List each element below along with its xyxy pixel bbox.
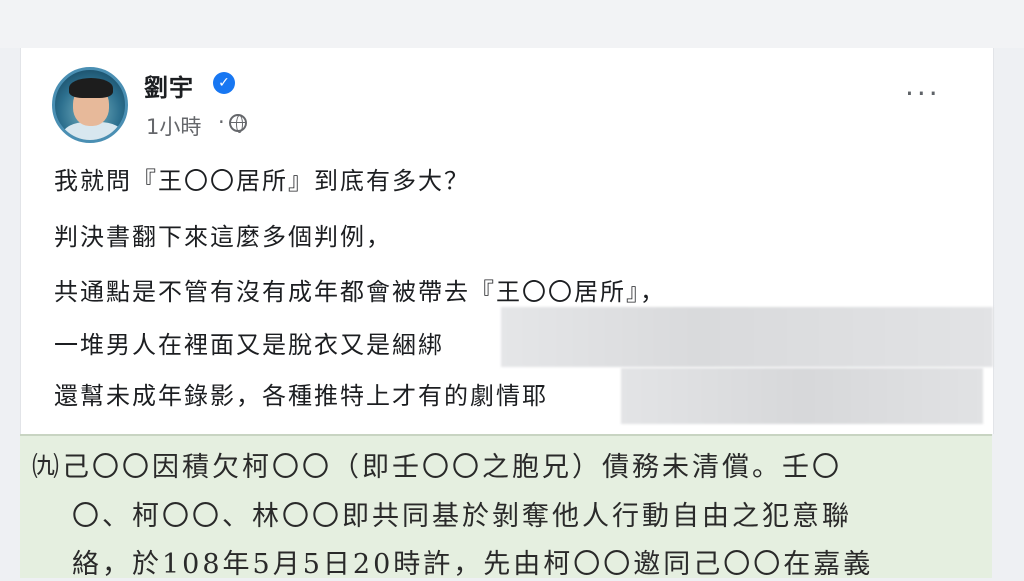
separator-dot: · <box>218 110 225 134</box>
avatar[interactable] <box>52 67 128 143</box>
post-text-line: 共通點是不管有沒有成年都會被帶去『王〇〇居所』， <box>54 278 666 306</box>
blurred-region <box>501 307 993 367</box>
document-line: 絡，於108年5月5日20時許，先由柯〇〇邀同己〇〇在嘉義 <box>72 549 874 580</box>
more-options-icon[interactable]: ··· <box>905 80 941 108</box>
verified-badge-icon: ✓ <box>213 72 235 94</box>
post-text-line: 一堆男人在裡面又是脫衣又是綑綁 <box>54 331 444 359</box>
author-name[interactable]: 劉宇 <box>144 68 194 103</box>
top-bar <box>0 0 1024 48</box>
document-line: ㈨己〇〇因積欠柯〇〇（即壬〇〇之胞兄）債務未清償。壬〇 <box>32 452 842 483</box>
globe-icon[interactable] <box>229 114 247 133</box>
blurred-region <box>621 368 983 424</box>
avatar-hair <box>69 78 113 98</box>
post-text-line: 我就問『王〇〇居所』到底有多大？ <box>54 167 470 195</box>
post-time[interactable]: 1小時 <box>146 111 201 141</box>
document-line: 〇、柯〇〇、林〇〇即共同基於剝奪他人行動自由之犯意聯 <box>72 501 852 532</box>
post-text-line: 判決書翻下來這麼多個判例， <box>54 223 392 251</box>
post-text-line: 還幫未成年錄影，各種推特上才有的劇情耶 <box>54 382 548 410</box>
